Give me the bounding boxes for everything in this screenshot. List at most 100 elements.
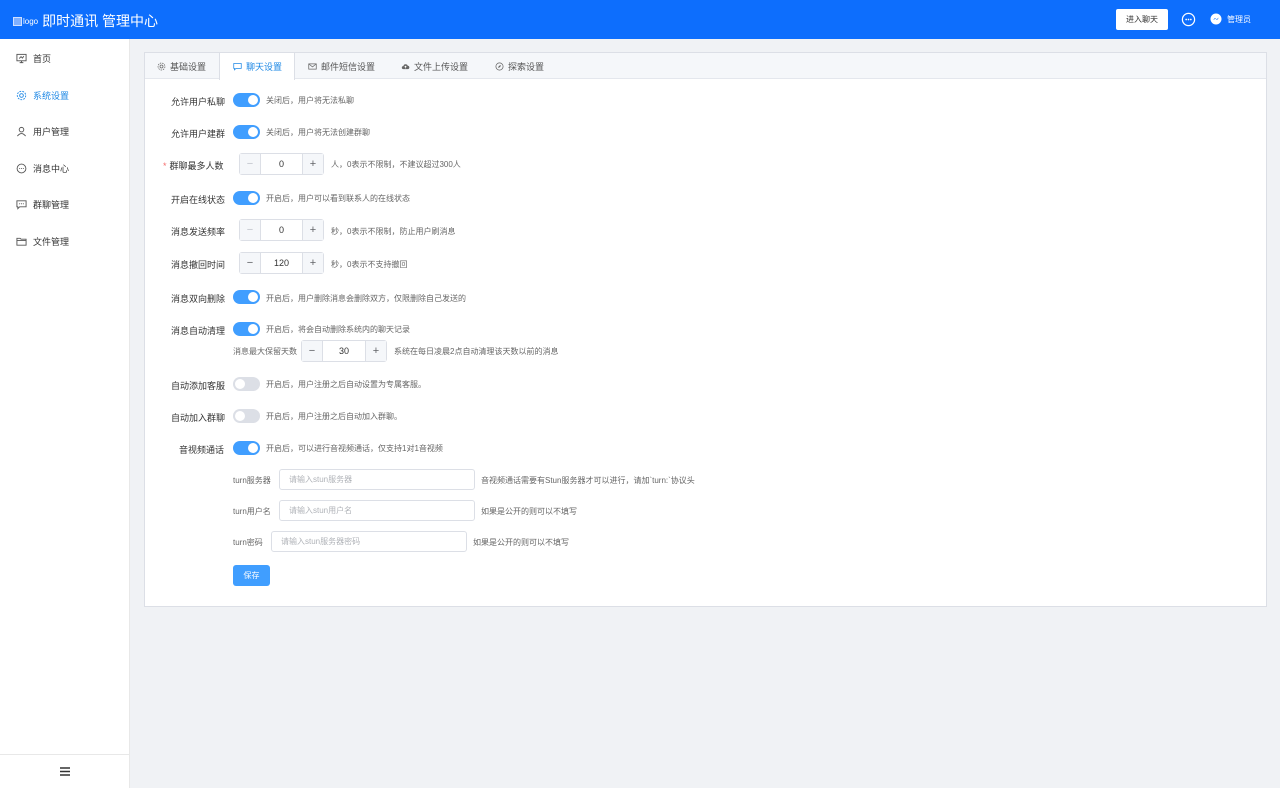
max-group-members-label: * 群聊最多人数 — [163, 159, 224, 172]
retention-days-hint: 系统在每日凌晨2点自动清理该天数以前的消息 — [394, 347, 559, 356]
sidebar: 首页 系统设置 用户管理 消息中心 群聊管理 文件管理 — [0, 39, 130, 788]
online-status-switch[interactable] — [233, 191, 260, 205]
compass-icon — [495, 62, 504, 70]
settings-card: 基础设置 聊天设置 邮件短信设置 文件上传设置 探索设置 允许用户私聊 关闭后，… — [144, 52, 1267, 607]
auto-join-group-hint: 开启后，用户注册之后自动加入群聊。 — [266, 412, 402, 421]
settings-tabs: 基础设置 聊天设置 邮件短信设置 文件上传设置 探索设置 — [145, 53, 1266, 80]
auto-add-service-switch[interactable] — [233, 377, 260, 391]
av-call-hint: 开启后，可以进行音视频通话，仅支持1对1音视频 — [266, 444, 443, 453]
send-frequency-label: 消息发送频率 — [171, 227, 226, 237]
stepper-value[interactable]: 0 — [261, 220, 302, 240]
av-call-switch[interactable] — [233, 441, 260, 455]
auto-clean-label: 消息自动清理 — [171, 326, 226, 336]
retention-days-label: 消息最大保留天数 — [233, 347, 297, 356]
enter-chat-button[interactable]: 进入聊天 — [1116, 9, 1168, 30]
send-frequency-stepper[interactable]: − 0 + — [239, 219, 324, 241]
user-menu[interactable]: 管理员 — [1210, 13, 1251, 25]
turn-server-input[interactable] — [279, 469, 475, 490]
user-icon — [17, 126, 26, 136]
auto-clean-hint: 开启后，将会自动删除系统内的聊天记录 — [266, 325, 410, 334]
sidebar-item-home[interactable]: 首页 — [0, 48, 130, 68]
stepper-value[interactable]: 30 — [323, 341, 365, 361]
retention-days-stepper[interactable]: − 30 + — [301, 340, 387, 362]
stepper-value[interactable]: 0 — [261, 154, 302, 174]
chat-icon — [233, 63, 242, 71]
recall-time-label: 消息撤回时间 — [171, 260, 226, 270]
two-way-delete-hint: 开启后，用户删除消息会删除双方，仅限删除自己发送的 — [266, 294, 466, 303]
sidebar-item-group-chat-management[interactable]: 群聊管理 — [0, 194, 130, 214]
required-mark: * — [163, 161, 167, 171]
turn-server-hint: 音视频通话需要有Stun服务器才可以进行，请加`turn:`协议头 — [481, 476, 695, 485]
save-button[interactable]: 保存 — [233, 565, 270, 586]
create-group-hint: 关闭后，用户将无法创建群聊 — [266, 128, 370, 137]
av-call-label: 音视频通话 — [179, 445, 225, 455]
send-frequency-hint: 秒，0表示不限制，防止用户刷消息 — [331, 227, 456, 236]
auto-clean-switch[interactable] — [233, 322, 260, 336]
sidebar-item-label: 首页 — [33, 53, 52, 64]
tab-mail-sms-settings[interactable]: 邮件短信设置 — [308, 53, 375, 79]
message-icon[interactable] — [1181, 12, 1196, 27]
increment-button[interactable]: + — [302, 154, 323, 174]
decrement-button[interactable]: − — [302, 341, 323, 361]
sidebar-item-user-management[interactable]: 用户管理 — [0, 121, 130, 141]
online-status-hint: 开启后，用户可以看到联系人的在线状态 — [266, 194, 410, 203]
increment-button[interactable]: + — [302, 220, 323, 240]
app-title: 即时通讯 管理中心 — [42, 13, 159, 29]
stepper-value[interactable]: 120 — [261, 253, 302, 273]
online-status-label: 开启在线状态 — [171, 195, 226, 205]
max-group-members-stepper[interactable]: − 0 + — [239, 153, 324, 175]
chat-bubble-icon — [16, 163, 27, 173]
turn-user-label: turn用户名 — [233, 507, 271, 516]
sidebar-item-file-management[interactable]: 文件管理 — [0, 231, 130, 251]
decrement-button[interactable]: − — [240, 253, 261, 273]
tab-label: 文件上传设置 — [414, 61, 469, 72]
messenger-icon — [1210, 13, 1222, 25]
two-way-delete-label: 消息双向删除 — [171, 294, 226, 304]
monitor-icon — [16, 53, 27, 63]
tab-basic-settings[interactable]: 基础设置 — [157, 53, 206, 79]
gear-icon — [16, 90, 27, 100]
sidebar-item-label: 文件管理 — [33, 236, 70, 247]
folder-icon — [16, 237, 27, 246]
decrement-button[interactable]: − — [240, 220, 261, 240]
sidebar-item-label: 群聊管理 — [33, 199, 70, 210]
tab-file-upload-settings[interactable]: 文件上传设置 — [401, 53, 468, 79]
recall-time-stepper[interactable]: − 120 + — [239, 252, 324, 274]
cloud-upload-icon — [401, 63, 410, 69]
brand[interactable]: logo 即时通讯 管理中心 — [13, 11, 158, 31]
collapse-sidebar-button[interactable] — [0, 754, 130, 788]
top-header: logo 即时通讯 管理中心 进入聊天 管理员 — [0, 0, 1280, 39]
auto-add-service-hint: 开启后，用户注册之后自动设置为专属客服。 — [266, 380, 426, 389]
turn-user-input[interactable] — [279, 500, 475, 521]
tab-chat-settings[interactable]: 聊天设置 — [219, 53, 295, 80]
increment-button[interactable]: + — [302, 253, 323, 273]
turn-password-label: turn密码 — [233, 538, 263, 547]
turn-password-hint: 如果是公开的则可以不填写 — [473, 538, 569, 547]
turn-password-input[interactable] — [271, 531, 467, 552]
sidebar-item-system-settings[interactable]: 系统设置 — [0, 85, 130, 105]
create-group-label: 允许用户建群 — [171, 129, 226, 139]
max-group-members-label-text: 群聊最多人数 — [169, 161, 224, 171]
tab-label: 探索设置 — [508, 61, 545, 72]
increment-button[interactable]: + — [365, 341, 386, 361]
user-name: 管理员 — [1227, 14, 1251, 24]
recall-time-hint: 秒，0表示不支持撤回 — [331, 260, 408, 269]
sidebar-item-label: 用户管理 — [33, 126, 70, 137]
mail-icon — [308, 63, 317, 69]
private-chat-switch[interactable] — [233, 93, 260, 107]
sidebar-item-message-center[interactable]: 消息中心 — [0, 158, 130, 178]
group-chat-icon — [16, 199, 27, 210]
private-chat-hint: 关闭后，用户将无法私聊 — [266, 96, 354, 105]
logo-alt-text: logo — [23, 16, 39, 26]
decrement-button[interactable]: − — [240, 154, 261, 174]
turn-server-label: turn服务器 — [233, 476, 271, 485]
menu-icon — [60, 767, 70, 776]
sidebar-item-label: 系统设置 — [33, 90, 70, 101]
two-way-delete-switch[interactable] — [233, 290, 260, 304]
max-group-members-hint: 人，0表示不限制，不建议超过300人 — [331, 160, 461, 169]
auto-join-group-switch[interactable] — [233, 409, 260, 423]
create-group-switch[interactable] — [233, 125, 260, 139]
sidebar-item-label: 消息中心 — [33, 163, 70, 174]
tab-explore-settings[interactable]: 探索设置 — [495, 53, 544, 79]
tab-label: 聊天设置 — [246, 62, 283, 72]
